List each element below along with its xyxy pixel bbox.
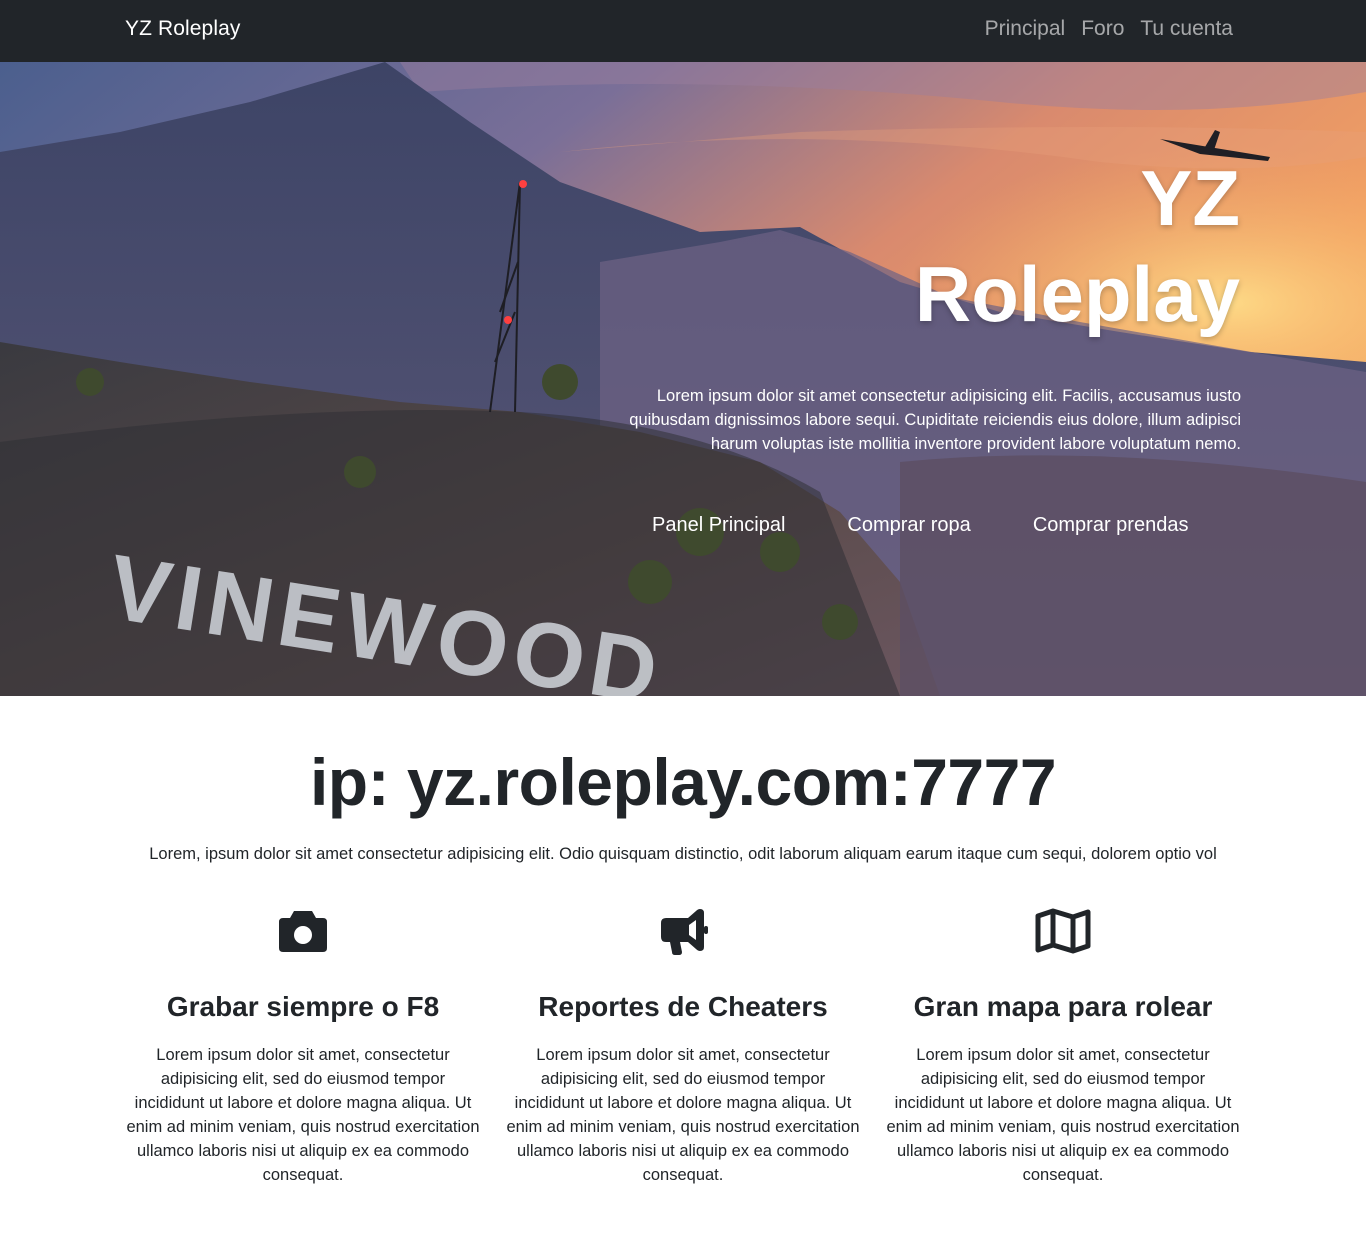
hero-description: Lorem ipsum dolor sit amet consectetur a… <box>629 387 1241 453</box>
lead-paragraph: Lorem, ipsum dolor sit amet consectetur … <box>149 845 1217 863</box>
panel-principal-link[interactable]: Panel Principal <box>652 514 785 537</box>
navbar-brand-link[interactable]: YZ Roleplay <box>125 17 240 41</box>
comprar-prendas-link[interactable]: Comprar prendas <box>1033 514 1189 537</box>
feature-title: Gran mapa para rolear <box>913 991 1213 1022</box>
navbar-links: Principal Foro Tu cuenta <box>985 17 1233 41</box>
comprar-ropa-link[interactable]: Comprar ropa <box>847 514 970 537</box>
hero-actions: Panel Principal Comprar ropa Comprar pre… <box>652 514 1250 537</box>
feature-card: Reportes de Cheaters Lorem ipsum dolor s… <box>493 905 873 1187</box>
hero-title-line2: Roleplay <box>914 250 1240 338</box>
nav-link-principal[interactable]: Principal <box>985 17 1066 41</box>
feature-title: Grabar siempre o F8 <box>166 991 440 1022</box>
hero-section: VINEWOOD YZ Roleplay Lorem ipsum dolor s… <box>0 62 1366 696</box>
feature-text: Lorem ipsum dolor sit amet, consectetur … <box>506 1046 860 1184</box>
hero-title: YZ Roleplay <box>915 150 1240 342</box>
server-ip-heading: ip: yz.roleplay.com:7777 <box>309 745 1057 819</box>
camera-icon <box>279 911 327 952</box>
nav-link-foro[interactable]: Foro <box>1081 17 1124 41</box>
feature-text: Lorem ipsum dolor sit amet, consectetur … <box>886 1046 1240 1184</box>
nav-link-tu-cuenta[interactable]: Tu cuenta <box>1140 17 1233 41</box>
megaphone-icon <box>661 909 708 955</box>
feature-card: Gran mapa para rolear Lorem ipsum dolor … <box>873 905 1253 1187</box>
feature-card: Grabar siempre o F8 Lorem ipsum dolor si… <box>113 905 493 1187</box>
map-icon <box>1035 908 1091 954</box>
features-row: Grabar siempre o F8 Lorem ipsum dolor si… <box>113 905 1253 1187</box>
top-navbar: YZ Roleplay Principal Foro Tu cuenta <box>0 0 1366 62</box>
feature-title: Reportes de Cheaters <box>538 991 828 1022</box>
feature-text: Lorem ipsum dolor sit amet, consectetur … <box>126 1046 480 1184</box>
hero-title-line1: YZ <box>1140 154 1240 242</box>
